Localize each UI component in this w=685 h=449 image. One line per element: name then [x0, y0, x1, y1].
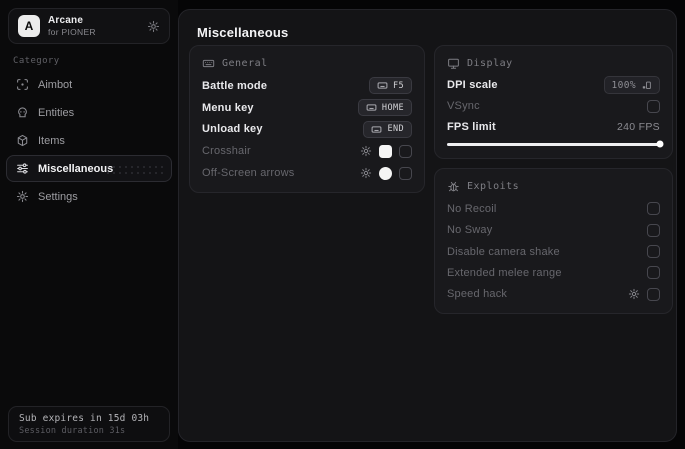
extended-melee-range-row: Extended melee range: [447, 262, 660, 283]
menu-key-label: Menu key: [202, 101, 254, 114]
disable-camera-shake-checkbox[interactable]: [647, 245, 660, 259]
category-label: Category: [13, 56, 60, 66]
brand-card: A Arcane for PIONER: [8, 8, 170, 44]
dpi-scale-selector[interactable]: 100%: [603, 76, 660, 95]
keyboard-icon: [366, 102, 377, 113]
sidebar-item-settings[interactable]: Settings: [6, 183, 172, 210]
gear-icon[interactable]: [360, 145, 372, 157]
main-panel: Miscellaneous General Battle mode F5 Men…: [178, 9, 677, 442]
vsync-checkbox[interactable]: [647, 99, 660, 113]
app-name: Arcane: [48, 15, 84, 26]
crosshair-label: Crosshair: [202, 145, 251, 158]
gear-icon[interactable]: [628, 288, 640, 300]
session-duration-text: Session duration 31s: [19, 425, 126, 436]
app-subtitle: for PIONER: [48, 27, 96, 37]
items-cube-icon: [16, 134, 29, 147]
no-sway-label: No Sway: [447, 224, 493, 237]
entities-skull-icon: [16, 106, 29, 119]
speed-hack-checkbox[interactable]: [647, 287, 660, 301]
crosshair-color-swatch[interactable]: [379, 144, 392, 158]
gear-icon[interactable]: [360, 167, 372, 179]
offscreen-arrows-color-swatch[interactable]: [379, 166, 392, 180]
sliders-icon: [16, 162, 29, 175]
extended-melee-range-checkbox[interactable]: [647, 266, 660, 280]
disable-camera-shake-row: Disable camera shake: [447, 241, 660, 262]
exploits-card-title: Exploits: [467, 180, 520, 192]
sidebar-item-entities[interactable]: Entities: [6, 99, 172, 126]
general-card-title: General: [222, 57, 268, 69]
keyboard-icon: [377, 80, 388, 91]
fps-limit-slider[interactable]: [447, 138, 664, 150]
menu-key-keybind[interactable]: HOME: [357, 99, 412, 117]
keyboard-icon: [371, 124, 382, 135]
sidebar-item-miscellaneous[interactable]: Miscellaneous: [6, 155, 172, 182]
sub-expires-text: Sub expires in 15d 03h: [19, 412, 150, 424]
crosshair-checkbox[interactable]: [399, 144, 412, 158]
display-card: Display DPI scale 100% VSync FPS limit 2…: [434, 45, 673, 159]
vsync-label: VSync: [447, 100, 480, 112]
fps-slider-fill: [447, 142, 660, 146]
unload-key-label: Unload key: [202, 123, 263, 136]
offscreen-arrows-label: Off-Screen arrows: [202, 167, 295, 180]
crosshair-row: Crosshair: [202, 140, 412, 162]
sidebar-item-label: Miscellaneous: [38, 162, 114, 175]
vsync-row: VSync: [447, 96, 660, 117]
sidebar-item-items[interactable]: Items: [6, 127, 172, 154]
page-title: Miscellaneous: [197, 25, 289, 40]
resize-icon: [641, 80, 652, 91]
battle-mode-keybind[interactable]: F5: [368, 77, 412, 95]
gear-icon: [16, 190, 29, 203]
no-sway-row: No Sway: [447, 219, 660, 240]
no-recoil-checkbox[interactable]: [647, 202, 660, 216]
no-sway-checkbox[interactable]: [647, 223, 660, 237]
aimbot-scan-icon: [16, 78, 29, 91]
monitor-icon: [447, 57, 460, 70]
disable-camera-shake-label: Disable camera shake: [447, 245, 560, 258]
exploits-card: Exploits No Recoil No Sway Disable camer…: [434, 168, 673, 314]
app-logo: A: [18, 15, 40, 37]
fps-limit-row: FPS limit 240 FPS: [447, 116, 660, 137]
slider-knob[interactable]: [656, 140, 664, 148]
unload-key-keybind[interactable]: END: [363, 120, 412, 138]
offscreen-arrows-row: Off-Screen arrows: [202, 162, 412, 184]
gear-icon[interactable]: [147, 20, 160, 33]
sidebar-item-aimbot[interactable]: Aimbot: [6, 71, 172, 98]
dpi-scale-label: DPI scale: [447, 79, 498, 92]
sidebar-item-label: Entities: [38, 106, 75, 119]
extended-melee-range-label: Extended melee range: [447, 266, 562, 279]
no-recoil-label: No Recoil: [447, 202, 497, 215]
speed-hack-label: Speed hack: [447, 288, 508, 301]
sidebar-nav: Aimbot Entities Items Miscellaneous Sett…: [6, 71, 172, 211]
no-recoil-row: No Recoil: [447, 198, 660, 219]
sidebar-item-label: Items: [38, 134, 65, 147]
speed-hack-row: Speed hack: [447, 284, 660, 305]
battle-mode-label: Battle mode: [202, 79, 268, 92]
sidebar-item-label: Settings: [38, 190, 78, 203]
fps-limit-label: FPS limit: [447, 120, 496, 133]
battle-mode-row: Battle mode F5: [202, 75, 412, 97]
slider-track[interactable]: [447, 140, 664, 148]
unload-key-row: Unload key END: [202, 119, 412, 141]
offscreen-arrows-checkbox[interactable]: [399, 166, 412, 180]
fps-limit-value: 240 FPS: [617, 120, 660, 133]
general-card: General Battle mode F5 Menu key HOME Unl…: [189, 45, 425, 193]
menu-key-row: Menu key HOME: [202, 97, 412, 119]
dpi-scale-row: DPI scale 100%: [447, 75, 660, 96]
keyboard-icon: [202, 57, 215, 70]
bug-icon: [447, 180, 460, 193]
display-card-title: Display: [467, 57, 513, 69]
sidebar: A Arcane for PIONER Category Aimbot Enti…: [0, 0, 178, 449]
subscription-card: Sub expires in 15d 03h Session duration …: [8, 406, 170, 442]
sidebar-item-label: Aimbot: [38, 78, 73, 91]
